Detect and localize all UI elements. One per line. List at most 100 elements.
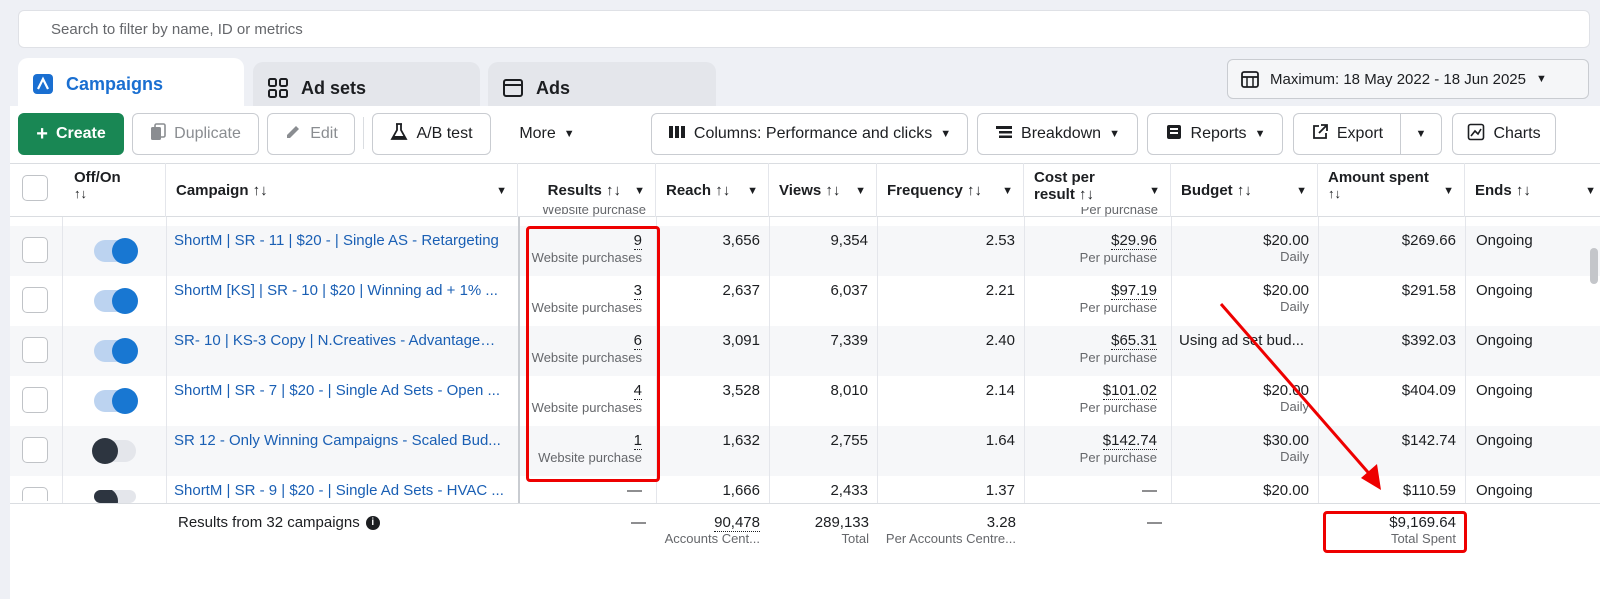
row-checkbox[interactable] (22, 437, 48, 463)
ends-cell: Ongoing (1476, 432, 1533, 449)
reach-cell: 3,656 (722, 232, 760, 249)
campaign-name-link[interactable]: ShortM | SR - 11 | $20 - | Single AS - R… (174, 232, 504, 249)
status-toggle[interactable] (94, 238, 138, 264)
column-header-reach[interactable]: Reach ↑↓ ▼ (656, 163, 769, 217)
amount-spent-cell: $269.66 (1401, 232, 1456, 249)
header-label: Frequency ↑↓ (887, 181, 983, 199)
column-header-campaign[interactable]: Campaign ↑↓ ▼ (166, 163, 518, 217)
more-label: More (519, 125, 556, 142)
row-checkbox[interactable] (22, 237, 48, 263)
cost-per-result-value[interactable]: $65.31 (1111, 332, 1157, 350)
ends-cell: Ongoing (1476, 482, 1533, 499)
cost-per-result-value[interactable]: $142.74 (1102, 432, 1157, 450)
select-all-checkbox[interactable] (22, 175, 48, 201)
tab-label: Ads (536, 77, 571, 98)
cost-per-result-sub: Per purchase (1079, 350, 1157, 365)
status-toggle[interactable] (92, 438, 136, 464)
breakdown-label: Breakdown (1021, 125, 1102, 142)
row-checkbox[interactable] (22, 337, 48, 363)
budget-sub: Daily (1280, 249, 1309, 264)
flask-icon (390, 122, 409, 146)
status-toggle[interactable] (94, 388, 138, 414)
duplicate-button[interactable]: Duplicate (132, 113, 259, 155)
ab-test-button[interactable]: A/B test (372, 113, 491, 155)
cost-per-result-cell: $142.74 Per purchase (1024, 432, 1157, 465)
cost-per-result-cell: $29.96 Per purchase (1024, 232, 1157, 265)
status-toggle[interactable] (94, 490, 136, 503)
campaigns-icon (32, 73, 54, 95)
cost-per-result-sub: Per purchase (1079, 300, 1157, 315)
plus-icon: + (36, 122, 48, 145)
breakdown-button[interactable]: Breakdown ▼ (977, 113, 1138, 155)
row-checkbox[interactable] (22, 487, 48, 501)
date-range-label: Maximum: 18 May 2022 - 18 Jun 2025 (1270, 70, 1526, 88)
campaign-name-link[interactable]: SR- 10 | KS-3 Copy | N.Creatives - Advan… (174, 332, 504, 349)
campaign-name-link[interactable]: ShortM | SR - 7 | $20 - | Single Ad Sets… (174, 382, 504, 399)
campaign-name-link[interactable]: ShortM [KS] | SR - 10 | $20 | Winning ad… (174, 282, 504, 299)
columns-icon (668, 124, 686, 145)
column-header-frequency[interactable]: Frequency ↑↓ ▼ (877, 163, 1024, 217)
frequency-cell: 2.53 (985, 232, 1015, 249)
status-toggle[interactable] (94, 288, 138, 314)
ends-cell: Ongoing (1476, 282, 1533, 299)
more-button[interactable]: More ▼ (506, 113, 588, 155)
column-header-views[interactable]: Views ↑↓ ▼ (769, 163, 877, 217)
campaign-name-link[interactable]: ShortM | SR - 9 | $20 - | Single Ad Sets… (174, 482, 504, 499)
toggle-knob (112, 288, 138, 314)
cost-per-result-sub: Per purchase (1079, 450, 1157, 465)
create-button[interactable]: + Create (18, 113, 124, 155)
campaign-name-link[interactable]: SR 12 - Only Winning Campaigns - Scaled … (174, 432, 504, 449)
summary-label-text: Results from 32 campaigns (178, 514, 360, 531)
amount-spent-cell: $291.58 (1401, 282, 1456, 299)
edit-button[interactable]: Edit (267, 113, 355, 155)
row-checkbox[interactable] (22, 287, 48, 313)
column-header-amount-spent[interactable]: Amount spent ↑↓ ▼ (1318, 163, 1465, 217)
views-cell: 7,339 (830, 332, 868, 349)
info-icon[interactable]: i (365, 515, 380, 530)
header-label: Views ↑↓ (779, 181, 841, 199)
cost-per-result-value[interactable]: $29.96 (1111, 232, 1157, 250)
vertical-scrollbar[interactable] (1590, 248, 1598, 284)
chevron-down-icon: ▼ (1002, 185, 1013, 197)
row-checkbox[interactable] (22, 387, 48, 413)
toggle-knob (92, 438, 118, 464)
toggle-knob (112, 388, 138, 414)
column-header-budget[interactable]: Budget ↑↓ ▼ (1171, 163, 1318, 217)
header-label: Cost per (1034, 169, 1095, 186)
reports-button[interactable]: Reports ▼ (1147, 113, 1283, 155)
breakdown-icon (995, 124, 1013, 145)
chevron-down-icon: ▼ (1254, 128, 1266, 140)
chevron-down-icon: ▼ (634, 185, 645, 197)
cost-per-result-sub: Per purchase (1079, 250, 1157, 265)
column-header-ends[interactable]: Ends ↑↓ ▼ (1465, 163, 1600, 217)
summary-views-sub: Total (841, 531, 869, 546)
export-icon (1311, 123, 1329, 146)
cost-per-result-value[interactable]: $101.02 (1102, 382, 1157, 400)
charts-button[interactable]: Charts (1452, 113, 1556, 155)
pencil-icon (284, 123, 302, 146)
columns-button[interactable]: Columns: Performance and clicks ▼ (651, 113, 968, 155)
header-label: Amount spent (1328, 169, 1429, 186)
results-highlight-box (526, 226, 660, 482)
duplicate-icon (150, 122, 166, 146)
summary-reach-value[interactable]: 90,478 (714, 514, 760, 532)
cost-per-result-value[interactable]: $97.19 (1111, 282, 1157, 300)
cost-per-result-cell: $101.02 Per purchase (1024, 382, 1157, 415)
columns-label: Columns: Performance and clicks (693, 125, 933, 142)
reach-cell: 1,632 (722, 432, 760, 449)
column-divider (62, 217, 63, 503)
budget-value: $20.00 (1263, 232, 1309, 249)
date-range-picker[interactable]: Maximum: 18 May 2022 - 18 Jun 2025 ▼ (1227, 59, 1589, 99)
column-header-offon[interactable]: Off/On ↑↓ (62, 163, 166, 217)
reach-cell: 1,666 (722, 482, 760, 499)
header-label: result ↑↓ (1034, 186, 1095, 203)
annotation-arrow (1219, 303, 1381, 490)
status-toggle[interactable] (94, 338, 138, 364)
ends-cell: Ongoing (1476, 332, 1533, 349)
export-button[interactable]: Export (1293, 113, 1401, 155)
partial-cpr-sub: Per purchase (1080, 207, 1158, 217)
search-input[interactable]: Search to filter by name, ID or metrics (18, 10, 1590, 48)
export-menu-button[interactable]: ▼ (1400, 113, 1442, 155)
tab-campaigns[interactable]: Campaigns (18, 58, 244, 110)
header-label: Reach ↑↓ (666, 181, 731, 199)
